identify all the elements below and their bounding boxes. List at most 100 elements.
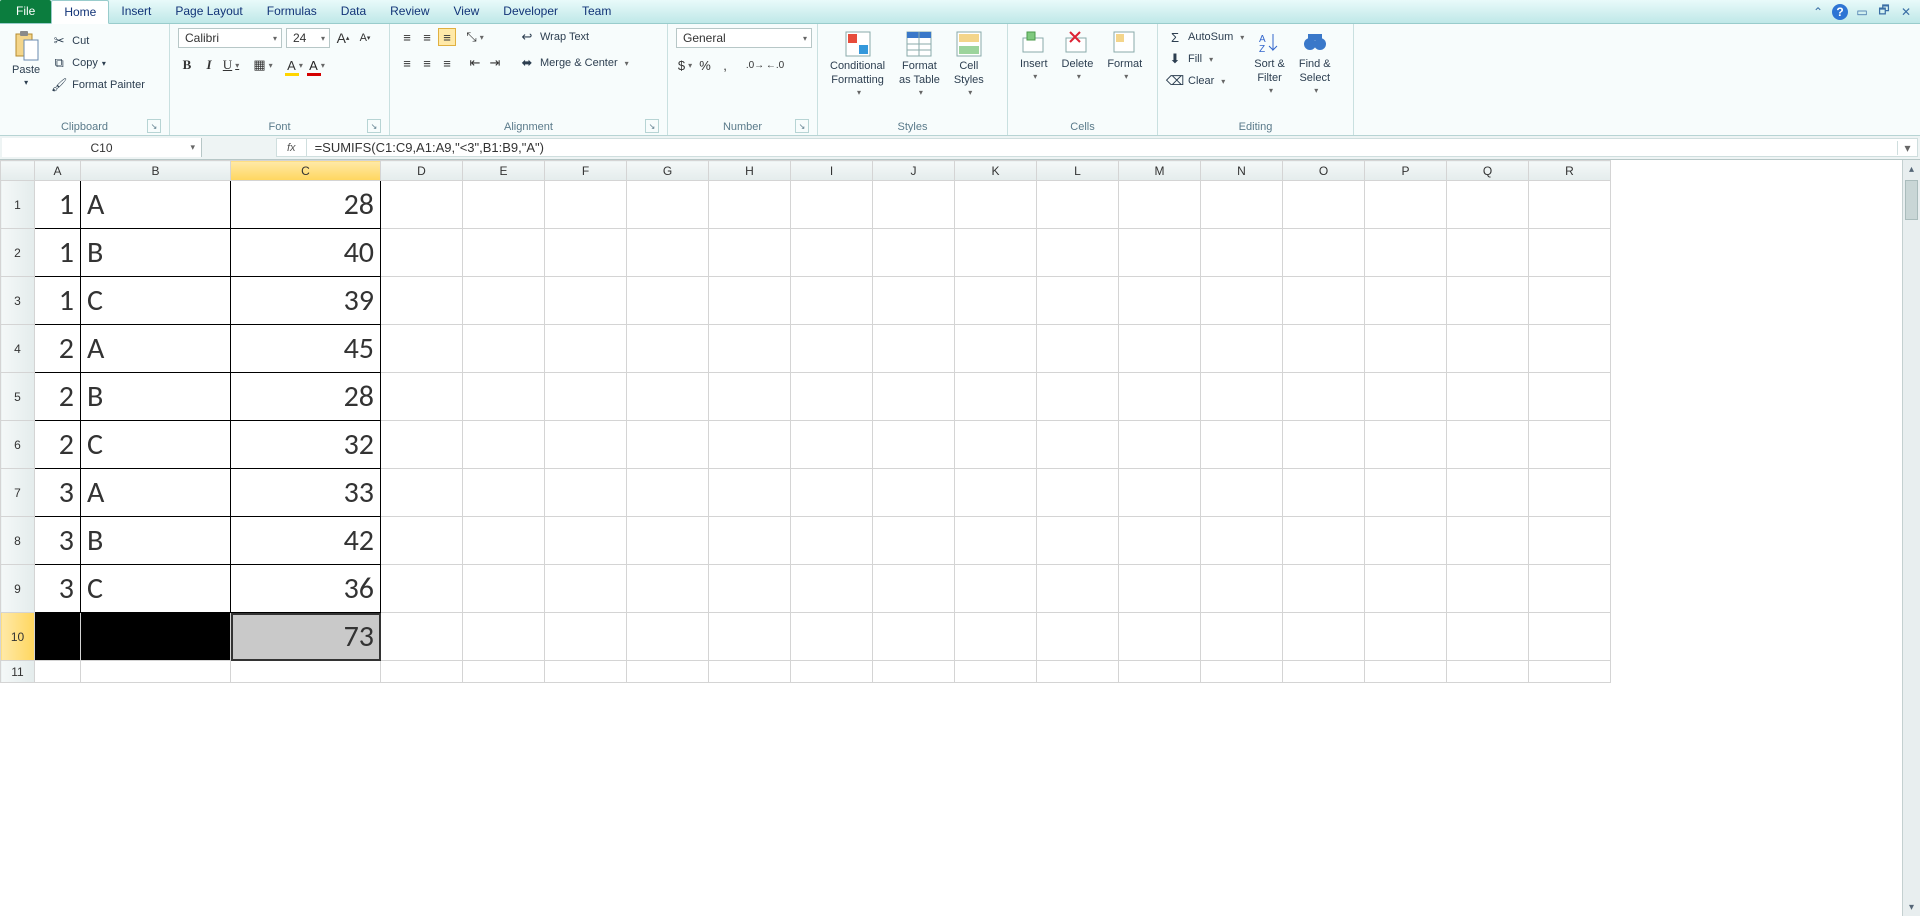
cell[interactable] (1529, 421, 1611, 469)
col-header-L[interactable]: L (1037, 161, 1119, 181)
cell-C4[interactable]: 45 (231, 325, 381, 373)
cell-A9[interactable]: 3 (35, 565, 81, 613)
row-header-10[interactable]: 10 (1, 613, 35, 661)
merge-center-button[interactable]: ⬌ Merge & Center (518, 54, 629, 72)
cell[interactable] (545, 661, 627, 683)
paste-dropdown-icon[interactable]: ▾ (24, 78, 28, 87)
cell-C8[interactable]: 42 (231, 517, 381, 565)
cell[interactable] (955, 565, 1037, 613)
cell[interactable] (627, 373, 709, 421)
cell[interactable] (955, 613, 1037, 661)
cell[interactable] (873, 373, 955, 421)
font-name-select[interactable]: Calibri (178, 28, 282, 48)
cell[interactable] (1283, 277, 1365, 325)
format-painter-button[interactable]: 🖌 Format Painter (50, 76, 145, 94)
cell[interactable] (627, 421, 709, 469)
grow-font-icon[interactable]: A▴ (334, 29, 352, 47)
cell[interactable] (463, 517, 545, 565)
cell[interactable] (709, 517, 791, 565)
cell[interactable] (627, 517, 709, 565)
cell[interactable] (35, 661, 81, 683)
scroll-up-icon[interactable]: ▴ (1903, 160, 1920, 178)
col-header-K[interactable]: K (955, 161, 1037, 181)
cell[interactable] (955, 517, 1037, 565)
cell[interactable] (1201, 373, 1283, 421)
cell[interactable] (709, 661, 791, 683)
cell-B7[interactable]: A (81, 469, 231, 517)
cell[interactable] (381, 373, 463, 421)
formula-input[interactable]: =SUMIFS(C1:C9,A1:A9,"<3",B1:B9,"A") (307, 140, 1897, 155)
cell[interactable] (545, 181, 627, 229)
cell-A6[interactable]: 2 (35, 421, 81, 469)
cell[interactable] (1119, 229, 1201, 277)
cell[interactable] (709, 373, 791, 421)
col-header-A[interactable]: A (35, 161, 81, 181)
underline-button[interactable]: U (222, 56, 240, 74)
row-header-1[interactable]: 1 (1, 181, 35, 229)
col-header-D[interactable]: D (381, 161, 463, 181)
spreadsheet-grid[interactable]: A B C D E F G H I J K L M N O P Q R (0, 160, 1611, 683)
cell[interactable] (1447, 181, 1529, 229)
cell[interactable] (709, 277, 791, 325)
cell[interactable] (1037, 325, 1119, 373)
cell[interactable] (709, 325, 791, 373)
cell[interactable] (1037, 565, 1119, 613)
cell[interactable] (1119, 181, 1201, 229)
fx-icon[interactable]: fx (277, 139, 307, 156)
cell[interactable] (1119, 373, 1201, 421)
cell-A5[interactable]: 2 (35, 373, 81, 421)
cell[interactable] (1283, 469, 1365, 517)
cell[interactable] (463, 661, 545, 683)
cell[interactable] (955, 469, 1037, 517)
cell[interactable] (955, 325, 1037, 373)
cell[interactable] (955, 421, 1037, 469)
cell[interactable] (1283, 373, 1365, 421)
tab-developer[interactable]: Developer (491, 0, 570, 23)
cell-A8[interactable]: 3 (35, 517, 81, 565)
cell[interactable] (1119, 421, 1201, 469)
align-left-button[interactable]: ≡ (398, 54, 416, 72)
cell[interactable] (463, 181, 545, 229)
minimize-ribbon-icon[interactable]: ⌃ (1810, 4, 1826, 20)
cell-C6[interactable]: 32 (231, 421, 381, 469)
col-header-E[interactable]: E (463, 161, 545, 181)
delete-cells-button[interactable]: Delete (1058, 28, 1098, 83)
cell[interactable] (873, 277, 955, 325)
tab-data[interactable]: Data (329, 0, 378, 23)
cell[interactable] (1365, 517, 1447, 565)
cell[interactable] (1037, 229, 1119, 277)
cell[interactable] (627, 181, 709, 229)
cell-B10[interactable] (81, 613, 231, 661)
cell-A2[interactable]: 1 (35, 229, 81, 277)
middle-align-button[interactable]: ≡ (418, 28, 436, 46)
cell[interactable] (1119, 565, 1201, 613)
cell[interactable] (381, 277, 463, 325)
cell-A3[interactable]: 1 (35, 277, 81, 325)
cell[interactable] (1201, 181, 1283, 229)
help-icon[interactable]: ? (1832, 4, 1848, 20)
cell[interactable] (1283, 181, 1365, 229)
cell-C2[interactable]: 40 (231, 229, 381, 277)
cell[interactable] (1037, 661, 1119, 683)
format-cells-button[interactable]: Format (1103, 28, 1146, 83)
formula-bar-expand-icon[interactable]: ▾ (1897, 141, 1917, 155)
tab-home[interactable]: Home (51, 0, 109, 24)
col-header-Q[interactable]: Q (1447, 161, 1529, 181)
cell[interactable] (1447, 565, 1529, 613)
cell[interactable] (709, 565, 791, 613)
cell[interactable] (791, 613, 873, 661)
cell-B6[interactable]: C (81, 421, 231, 469)
cell-A1[interactable]: 1 (35, 181, 81, 229)
cell[interactable] (1201, 229, 1283, 277)
cell[interactable] (873, 517, 955, 565)
cell[interactable] (791, 229, 873, 277)
cell-C1[interactable]: 28 (231, 181, 381, 229)
cell[interactable] (1119, 325, 1201, 373)
insert-cells-button[interactable]: Insert (1016, 28, 1052, 83)
row-header-9[interactable]: 9 (1, 565, 35, 613)
name-box[interactable]: C10 (2, 138, 202, 157)
cell-B8[interactable]: B (81, 517, 231, 565)
col-header-F[interactable]: F (545, 161, 627, 181)
cell[interactable] (791, 421, 873, 469)
bold-button[interactable]: B (178, 56, 196, 74)
